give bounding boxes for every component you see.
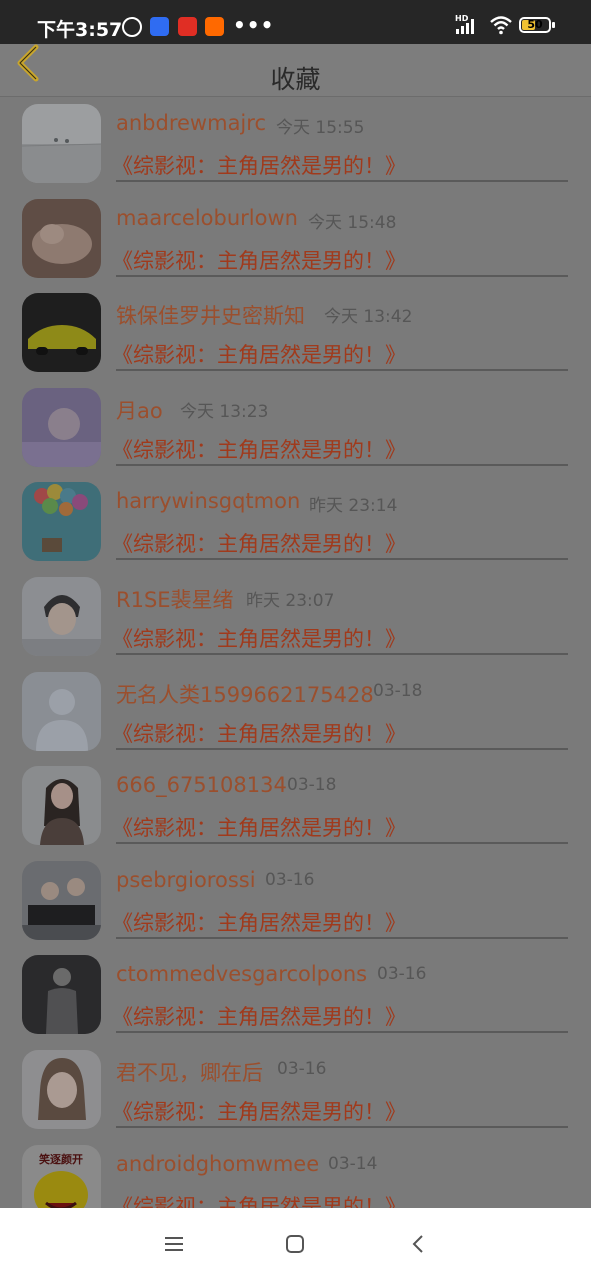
timestamp: 03-14	[328, 1153, 378, 1174]
list-item[interactable]: psebrgiorossi 03-16 《综影视：主角居然是男的！》	[0, 853, 591, 948]
divider	[116, 1125, 568, 1128]
user-name: anbdrewmajrc	[116, 111, 266, 135]
divider	[116, 180, 568, 182]
list-item[interactable]: 无名人类1599662175428 03-18 《综影视：主角居然是男的！》	[0, 664, 591, 759]
home-icon[interactable]	[283, 1232, 307, 1256]
user-name: 君不见，卿在后	[116, 1060, 263, 1085]
user-name: 月ao	[116, 398, 163, 423]
user-name: androidghomwmee	[116, 1151, 320, 1176]
timestamp: 03-18	[287, 775, 337, 796]
signal-icon	[456, 19, 474, 34]
more-notifications-icon: •••	[233, 13, 275, 37]
avatar[interactable]	[22, 766, 101, 846]
favorite-title: 《综影视：主角居然是男的！》	[112, 532, 406, 557]
timestamp: 今天 13:23	[180, 401, 269, 422]
timestamp: 昨天 23:07	[246, 590, 335, 611]
battery-percent: 50	[527, 18, 543, 31]
user-name: 铢保佳罗井史密斯知	[116, 304, 305, 329]
divider	[116, 842, 568, 845]
favorite-title: 《综影视：主角居然是男的！》	[112, 343, 406, 368]
list-item[interactable]: ctommedvesgarcolpons 03-16 《综影视：主角居然是男的！…	[0, 947, 591, 1042]
timestamp: 03-18	[373, 680, 423, 701]
list-item[interactable]: 铢保佳罗井史密斯知 今天 13:42 《综影视：主角居然是男的！》	[0, 285, 591, 380]
system-nav-bar	[0, 1208, 591, 1280]
user-name: maarceloburlown	[116, 205, 298, 230]
timestamp: 今天 13:42	[324, 307, 413, 328]
avatar[interactable]	[22, 860, 101, 940]
battery-cap	[552, 22, 555, 28]
list-item[interactable]: 666_675108134 03-18 《综影视：主角居然是男的！》	[0, 758, 591, 853]
avatar[interactable]	[22, 671, 101, 751]
favorite-title: 《综影视：主角居然是男的！》	[112, 248, 406, 273]
timestamp: 03-16	[377, 964, 427, 985]
timestamp: 03-16	[265, 869, 315, 890]
list-item[interactable]: anbdrewmajrc 今天 15:55 《综影视：主角居然是男的！》	[0, 96, 591, 191]
page-title: 收藏	[270, 65, 321, 94]
user-name: harrywinsgqtmon	[116, 489, 301, 514]
list-item[interactable]: 月ao 今天 13:23 《综影视：主角居然是男的！》	[0, 380, 591, 475]
favorite-title: 《综影视：主角居然是男的！》	[112, 1099, 406, 1124]
favorite-title: 《综影视：主角居然是男的！》	[112, 910, 406, 935]
favorites-list: anbdrewmajrc 今天 15:55 《综影视：主角居然是男的！》 maa…	[0, 96, 591, 1208]
favorite-title: 《综影视：主角居然是男的！》	[112, 721, 406, 746]
status-bar: 下午3:57 ••• HD 50	[0, 0, 591, 44]
list-item[interactable]: maarceloburlown 今天 15:48 《综影视：主角居然是男的！》	[0, 191, 591, 286]
avatar[interactable]	[22, 576, 101, 656]
divider	[116, 936, 568, 939]
user-name: psebrgiorossi	[116, 867, 256, 892]
avatar-caption: 笑逐颜开	[39, 1152, 83, 1166]
baidu-app-icon	[150, 17, 169, 36]
divider	[116, 274, 568, 277]
favorite-title: 《综影视：主角居然是男的！》	[112, 154, 406, 178]
list-item[interactable]: 笑逐颜开 androidghomwmee 03-14 《综影视：主角居然是男的！…	[0, 1137, 591, 1208]
alarm-icon	[122, 17, 142, 37]
avatar[interactable]	[22, 198, 101, 278]
list-item[interactable]: R1SE裴星绪 昨天 23:07 《综影视：主角居然是男的！》	[0, 569, 591, 664]
timestamp: 今天 15:48	[308, 212, 397, 233]
timestamp: 昨天 23:14	[309, 496, 398, 517]
pinduoduo-app-icon	[178, 17, 197, 36]
avatar[interactable]: 笑逐颜开	[22, 1144, 101, 1208]
avatar[interactable]	[22, 104, 101, 183]
divider	[116, 1031, 568, 1034]
mi-app-icon	[205, 17, 224, 36]
battery-icon: 50	[519, 17, 551, 33]
favorite-title: 《综影视：主角居然是男的！》	[112, 437, 406, 462]
avatar[interactable]	[22, 387, 101, 467]
user-name: R1SE裴星绪	[116, 587, 234, 612]
divider	[116, 747, 568, 750]
divider	[116, 463, 568, 466]
avatar[interactable]	[22, 293, 101, 373]
timestamp: 今天 15:55	[276, 118, 365, 138]
app-header: 收藏	[0, 44, 591, 97]
divider	[116, 369, 568, 372]
list-item[interactable]: harrywinsgqtmon 昨天 23:14 《综影视：主角居然是男的！》	[0, 474, 591, 569]
back-icon[interactable]	[407, 1232, 431, 1256]
timestamp: 03-16	[277, 1058, 327, 1079]
divider	[116, 652, 568, 655]
status-time: 下午3:57	[37, 19, 123, 41]
user-name: 无名人类1599662175428	[116, 682, 374, 707]
user-name: ctommedvesgarcolpons	[116, 962, 368, 987]
avatar[interactable]	[22, 955, 101, 1035]
favorite-title: 《综影视：主角居然是男的！》	[112, 626, 406, 651]
avatar[interactable]	[22, 1049, 101, 1129]
list-item[interactable]: 君不见，卿在后 03-16 《综影视：主角居然是男的！》	[0, 1042, 591, 1137]
favorite-title: 《综影视：主角居然是男的！》	[112, 1005, 406, 1030]
avatar[interactable]	[22, 482, 101, 562]
favorite-title: 《综影视：主角居然是男的！》	[112, 1194, 406, 1208]
divider	[116, 558, 568, 561]
favorite-title: 《综影视：主角居然是男的！》	[112, 816, 406, 841]
wifi-icon	[490, 16, 512, 35]
menu-icon[interactable]	[162, 1232, 186, 1256]
user-name: 666_675108134	[116, 773, 287, 798]
